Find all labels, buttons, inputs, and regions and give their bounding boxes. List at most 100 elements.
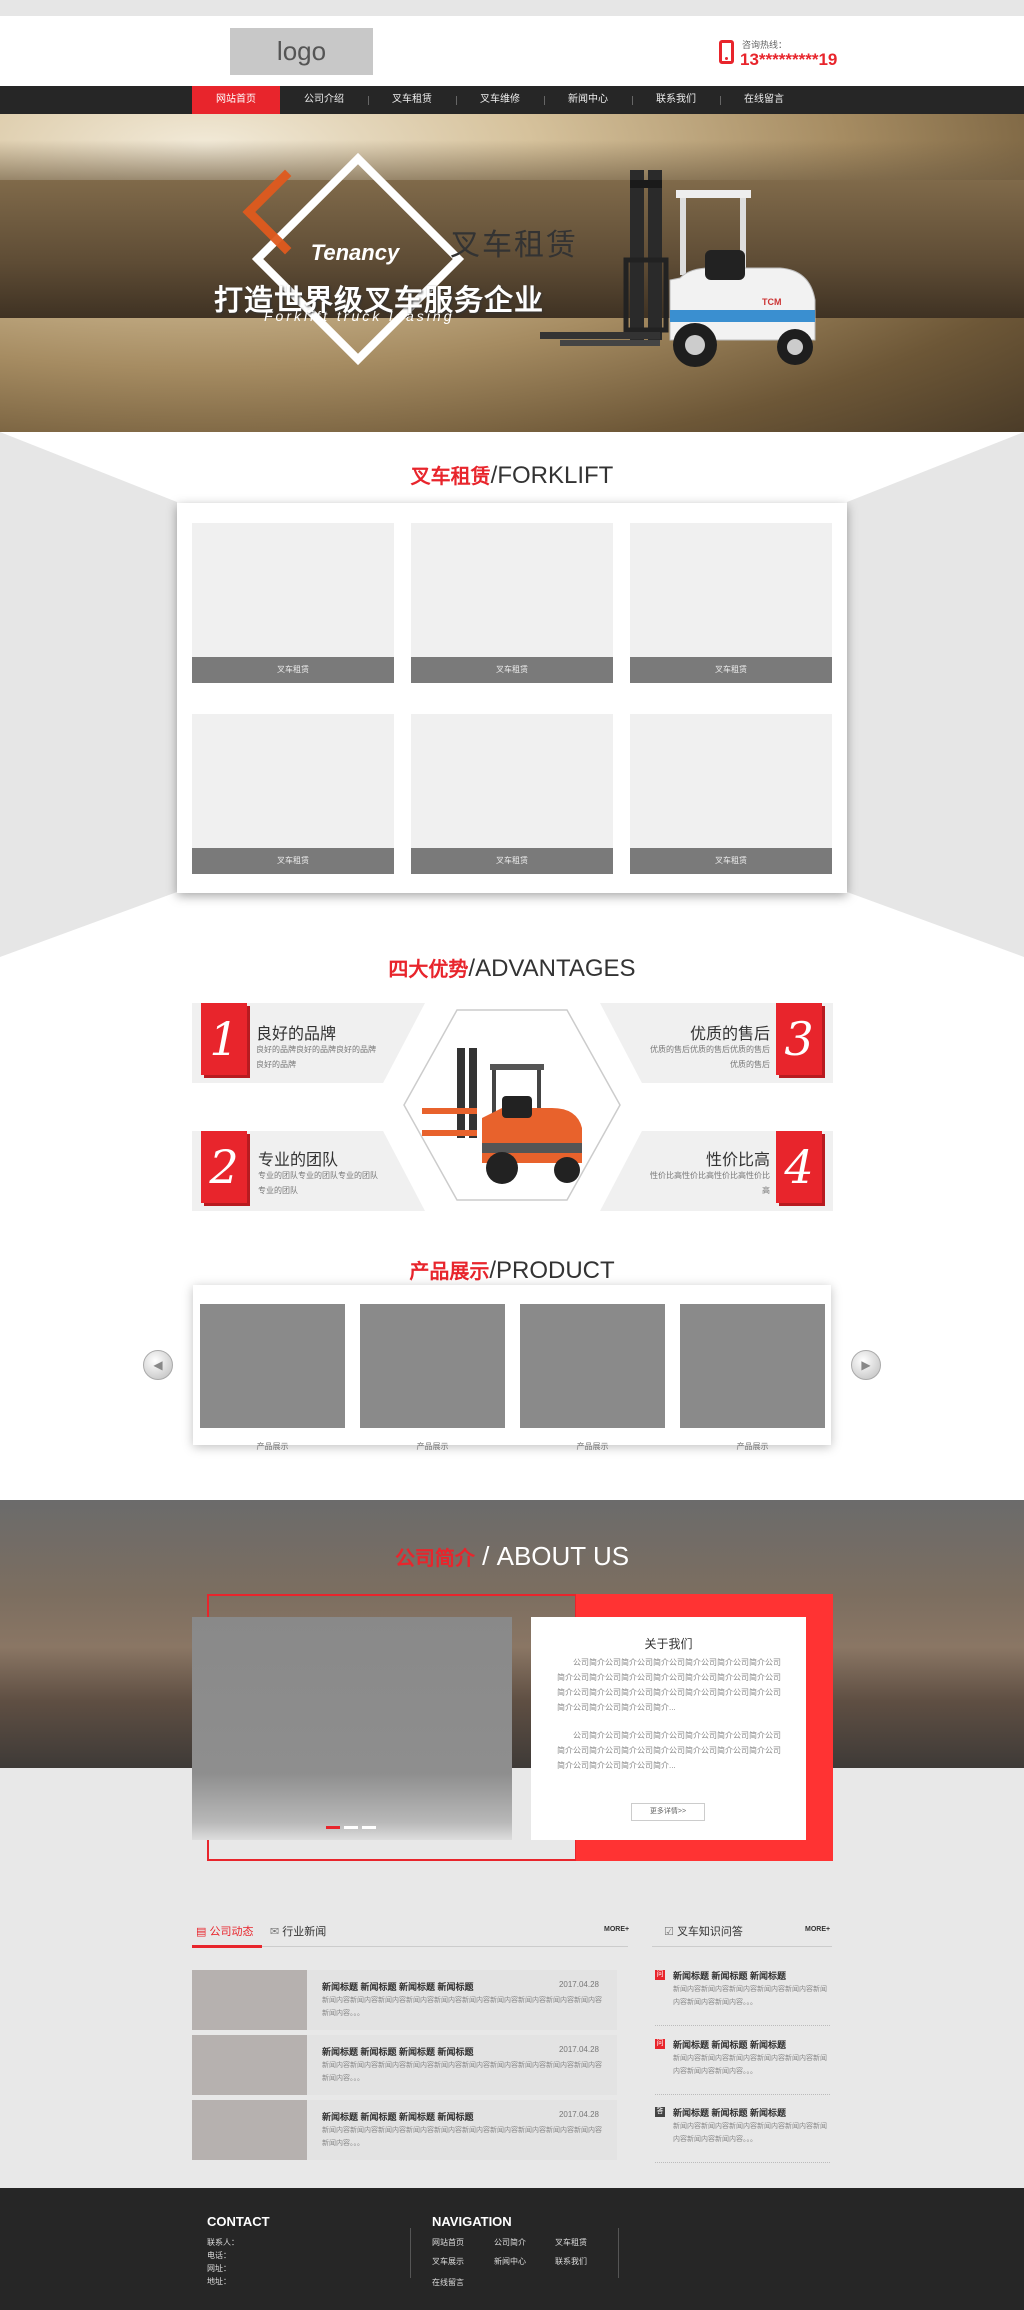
news-date: 2017.04.28 xyxy=(558,2045,599,2054)
forklift-card-caption: 叉车租赁 xyxy=(192,657,394,683)
footer-divider xyxy=(618,2228,619,2278)
product-title-en: /PRODUCT xyxy=(489,1257,615,1284)
answer-icon: 答 xyxy=(655,2107,665,2117)
about-slider-dots xyxy=(326,1826,376,1830)
product-thumb[interactable] xyxy=(360,1304,505,1428)
news-icon: ✉ xyxy=(270,1926,280,1938)
nav-item-rental[interactable]: 叉车租赁 xyxy=(368,86,456,114)
forklift-title-en: /FORKLIFT xyxy=(490,462,614,489)
slider-dot[interactable] xyxy=(344,1826,358,1829)
advantage-title: 性价比高 xyxy=(705,1152,770,1169)
nav-item-about[interactable]: 公司介绍 xyxy=(280,86,368,114)
nav-item-contact[interactable]: 联系我们 xyxy=(632,86,720,114)
advantage-desc: 性价比高性价比高性价比高性价比高 xyxy=(650,1171,770,1195)
forklift-card[interactable]: 叉车租赁 xyxy=(411,714,613,874)
footer-nav-title: NAVIGATION xyxy=(432,2214,512,2229)
banner-badge: Tenancy xyxy=(310,240,400,265)
nav-item-repair[interactable]: 叉车维修 xyxy=(456,86,544,114)
product-caption: 产品展示 xyxy=(256,1442,289,1451)
about-section-title: 公司简介 / ABOUT US xyxy=(0,1541,1024,1572)
news-tab-industry[interactable]: ✉ 行业新闻 xyxy=(270,1923,326,1939)
about-paragraph-2: 公司简介公司简介公司简介公司简介公司简介公司简介公司简介公司简介公司简介公司简介… xyxy=(557,1731,781,1770)
advantages-title-cn: 四大优势 xyxy=(388,959,469,981)
qa-title[interactable]: 新闻标题 新闻标题 新闻标题 xyxy=(673,1969,786,1982)
advantage-number: 3 xyxy=(776,1003,822,1075)
nav-item-home[interactable]: 网站首页 xyxy=(192,86,280,114)
about-title-cn: 公司简介 xyxy=(394,1548,475,1570)
arrow-right-icon: ▶ xyxy=(861,1358,871,1372)
about-more-button[interactable]: 更多详情>> xyxy=(631,1803,705,1821)
product-thumb[interactable] xyxy=(680,1304,825,1428)
qa-text: 新闻内容新闻内容新闻内容新闻内容新闻内容新闻内容新闻内容新闻内容。。。 xyxy=(673,1986,827,2006)
about-title-en: / ABOUT US xyxy=(482,1541,630,1571)
svg-text:TCM: TCM xyxy=(762,297,782,307)
news-tab-company[interactable]: ▤ 公司动态 xyxy=(196,1923,253,1939)
forklift-card[interactable]: 叉车租赁 xyxy=(192,714,394,874)
hotline: 咨询热线： 13*********19 xyxy=(716,36,876,72)
product-thumb[interactable] xyxy=(520,1304,665,1428)
advantages-forklift-hexagon xyxy=(403,1009,621,1201)
news-thumbnail xyxy=(192,1970,307,2030)
forklift-card-caption: 叉车租赁 xyxy=(411,657,613,683)
about-card-title: 关于我们 xyxy=(644,1637,693,1651)
qa-item[interactable]: 问 新闻标题 新闻标题 新闻标题 新闻内容新闻内容新闻内容新闻内容新闻内容新闻内… xyxy=(655,2035,830,2095)
news-tab-industry-label: 行业新闻 xyxy=(282,1926,327,1938)
nav-item-message[interactable]: 在线留言 xyxy=(720,86,808,114)
document-icon: ▤ xyxy=(196,1926,207,1938)
news-item[interactable]: 新闻标题 新闻标题 新闻标题 新闻标题 2017.04.28 新闻内容新闻内容新… xyxy=(192,2035,617,2095)
product-caption: 产品展示 xyxy=(576,1442,609,1451)
forklift-card[interactable]: 叉车租赁 xyxy=(411,523,613,683)
advantage-desc: 良好的品牌良好的品牌良好的品牌良好的品牌 xyxy=(256,1045,376,1069)
news-title[interactable]: 新闻标题 新闻标题 新闻标题 新闻标题 xyxy=(322,2045,474,2058)
news-title[interactable]: 新闻标题 新闻标题 新闻标题 新闻标题 xyxy=(322,2110,474,2123)
footer-nav-link[interactable]: 联系我们 xyxy=(555,2256,587,2267)
footer-nav-link[interactable]: 在线留言 xyxy=(432,2277,464,2288)
hotline-number: 13*********19 xyxy=(740,50,838,69)
advantage-title: 优质的售后 xyxy=(689,1026,770,1043)
news-thumbnail xyxy=(192,2035,307,2095)
carousel-prev-button[interactable]: ◀ xyxy=(143,1350,173,1380)
news-more-link[interactable]: MORE+ xyxy=(604,1926,629,1933)
news-body: 新闻标题 新闻标题 新闻标题 新闻标题 2017.04.28 新闻内容新闻内容新… xyxy=(307,2035,617,2095)
forklift-card[interactable]: 叉车租赁 xyxy=(630,714,832,874)
advantage-title: 良好的品牌 xyxy=(256,1026,337,1043)
slider-dot-active[interactable] xyxy=(326,1826,340,1829)
product-caption: 产品展示 xyxy=(416,1442,449,1451)
news-date: 2017.04.28 xyxy=(558,2110,599,2119)
qa-item[interactable]: 问 新闻标题 新闻标题 新闻标题 新闻内容新闻内容新闻内容新闻内容新闻内容新闻内… xyxy=(655,1966,830,2026)
advantage-number: 1 xyxy=(201,1003,247,1075)
news-item[interactable]: 新闻标题 新闻标题 新闻标题 新闻标题 2017.04.28 新闻内容新闻内容新… xyxy=(192,2100,617,2160)
qa-more-link[interactable]: MORE+ xyxy=(805,1926,830,1933)
forklift-card[interactable]: 叉车租赁 xyxy=(630,523,832,683)
news-text: 新闻内容新闻内容新闻内容新闻内容新闻内容新闻内容新闻内容新闻内容新闻内容新闻内容… xyxy=(322,1997,602,2017)
advantage-title: 专业的团队 xyxy=(258,1152,339,1169)
advantage-number: 4 xyxy=(776,1131,822,1203)
qa-title[interactable]: 新闻标题 新闻标题 新闻标题 xyxy=(673,2038,786,2051)
main-nav: 网站首页 公司介绍 叉车租赁 叉车维修 新闻中心 联系我们 在线留言 xyxy=(0,86,1024,114)
nav-item-news[interactable]: 新闻中心 xyxy=(544,86,632,114)
qa-icon: ☑ xyxy=(664,1926,674,1938)
footer-nav-link[interactable]: 网站首页 xyxy=(432,2237,464,2248)
site-logo[interactable]: logo xyxy=(230,28,373,75)
footer-nav-link[interactable]: 新闻中心 xyxy=(494,2256,526,2267)
product-caption: 产品展示 xyxy=(736,1442,769,1451)
question-icon: 问 xyxy=(655,2039,665,2049)
carousel-next-button[interactable]: ▶ xyxy=(851,1350,881,1380)
site-footer xyxy=(0,2188,1024,2310)
news-item[interactable]: 新闻标题 新闻标题 新闻标题 新闻标题 2017.04.28 新闻内容新闻内容新… xyxy=(192,1970,617,2030)
qa-item[interactable]: 答 新闻标题 新闻标题 新闻标题 新闻内容新闻内容新闻内容新闻内容新闻内容新闻内… xyxy=(655,2103,830,2163)
news-title[interactable]: 新闻标题 新闻标题 新闻标题 新闻标题 xyxy=(322,1980,474,1993)
footer-nav-link[interactable]: 叉车展示 xyxy=(432,2256,464,2267)
news-body: 新闻标题 新闻标题 新闻标题 新闻标题 2017.04.28 新闻内容新闻内容新… xyxy=(307,1970,617,2030)
footer-contact-address: 地址： xyxy=(207,2277,231,2286)
product-thumb[interactable] xyxy=(200,1304,345,1428)
news-thumbnail xyxy=(192,2100,307,2160)
qa-header-label: 叉车知识问答 xyxy=(676,1926,743,1938)
qa-text: 新闻内容新闻内容新闻内容新闻内容新闻内容新闻内容新闻内容新闻内容。。。 xyxy=(673,2055,827,2075)
forklift-card[interactable]: 叉车租赁 xyxy=(192,523,394,683)
footer-nav-link[interactable]: 叉车租赁 xyxy=(555,2237,587,2248)
footer-nav-link[interactable]: 公司简介 xyxy=(494,2237,526,2248)
qa-title[interactable]: 新闻标题 新闻标题 新闻标题 xyxy=(673,2106,786,2119)
product-section-title: 产品展示/PRODUCT xyxy=(0,1255,1024,1285)
slider-dot[interactable] xyxy=(362,1826,376,1829)
